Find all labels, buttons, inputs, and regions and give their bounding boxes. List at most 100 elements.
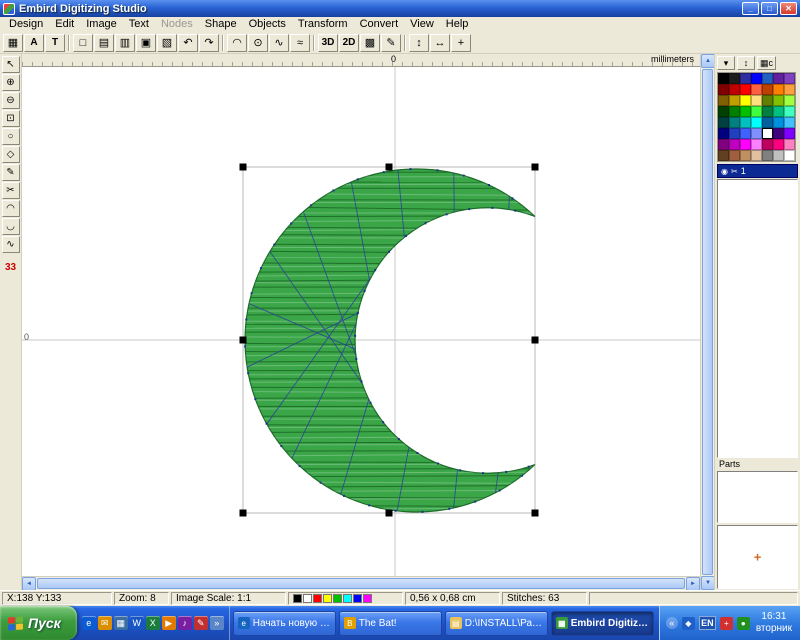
visibility-eye-icon[interactable]: ◉: [721, 167, 728, 176]
palette-swatch[interactable]: [729, 139, 740, 150]
palette-swatch[interactable]: [773, 95, 784, 106]
palette-swatch[interactable]: [740, 139, 751, 150]
taskbar-clock[interactable]: 16:31 вторник: [754, 611, 794, 635]
vertical-scroll-thumb[interactable]: [702, 69, 713, 575]
palette-swatch[interactable]: [718, 128, 729, 139]
menu-item-edit[interactable]: Edit: [49, 17, 80, 32]
select-tool[interactable]: ↖: [2, 56, 20, 73]
palette-swatch[interactable]: [773, 150, 784, 161]
palette-config-button[interactable]: ▦c: [757, 56, 776, 70]
parts-list[interactable]: [717, 471, 798, 523]
palette-swatch[interactable]: [751, 95, 762, 106]
menu-item-help[interactable]: Help: [440, 17, 475, 32]
palette-swatch[interactable]: [773, 106, 784, 117]
zoom-out-tool[interactable]: ⊖: [2, 92, 20, 109]
palette-swatch[interactable]: [740, 106, 751, 117]
view-3d-button[interactable]: 3D: [318, 34, 338, 52]
palette-swatch[interactable]: [740, 84, 751, 95]
palette-swatch[interactable]: [718, 84, 729, 95]
zoom-area-tool[interactable]: ⊡: [2, 110, 20, 127]
palette-swatch[interactable]: [729, 73, 740, 84]
palette-swatch[interactable]: [718, 106, 729, 117]
horizontal-scroll-thumb[interactable]: [37, 578, 685, 589]
hoop-preview[interactable]: +: [717, 525, 798, 589]
palette-swatch[interactable]: [762, 73, 773, 84]
palette-swatch[interactable]: [718, 150, 729, 161]
palette-swatch[interactable]: [740, 128, 751, 139]
palette-swatch[interactable]: [718, 95, 729, 106]
stitch-simulation-button[interactable]: ▩: [360, 34, 380, 52]
palette-swatch[interactable]: [784, 95, 795, 106]
edit-stitches-button[interactable]: ✎: [381, 34, 401, 52]
text-button[interactable]: T: [45, 34, 65, 52]
open-button[interactable]: ▤: [94, 34, 114, 52]
language-indicator[interactable]: EN: [699, 616, 716, 630]
palette-menu-button[interactable]: ▾: [717, 56, 735, 70]
palette-swatch[interactable]: [784, 84, 795, 95]
menu-item-objects[interactable]: Objects: [243, 17, 292, 32]
media-player-icon[interactable]: ▶: [162, 616, 176, 630]
curve-mode-button[interactable]: ∿: [269, 34, 289, 52]
palette-swatch[interactable]: [784, 139, 795, 150]
close-button[interactable]: ✕: [780, 2, 797, 15]
palette-swatch[interactable]: [718, 73, 729, 84]
curve-tool[interactable]: ◡: [2, 218, 20, 235]
palette-swatch[interactable]: [784, 128, 795, 139]
vertical-scrollbar[interactable]: ▲ ▼: [700, 54, 714, 590]
tray-monitor-icon[interactable]: ●: [737, 617, 750, 630]
object-list[interactable]: [717, 179, 798, 458]
palette-swatch[interactable]: [784, 117, 795, 128]
palette-swatch[interactable]: [751, 117, 762, 128]
selection-handle[interactable]: [240, 337, 247, 344]
menu-item-convert[interactable]: Convert: [354, 17, 405, 32]
palette-swatch[interactable]: [762, 106, 773, 117]
palette-swatch[interactable]: [773, 128, 784, 139]
palette-swatch[interactable]: [773, 84, 784, 95]
new-button[interactable]: □: [73, 34, 93, 52]
palette-swatch[interactable]: [762, 117, 773, 128]
node-edit-button[interactable]: ⊙: [248, 34, 268, 52]
ellipse-tool[interactable]: ○: [2, 128, 20, 145]
palette-swatch[interactable]: [729, 84, 740, 95]
flip-vertical-button[interactable]: ↕: [409, 34, 429, 52]
start-button[interactable]: Пуск: [0, 606, 77, 640]
palette-swatch[interactable]: [751, 106, 762, 117]
palette-swatch[interactable]: [729, 117, 740, 128]
palette-swatch[interactable]: [762, 128, 773, 139]
palette-swatch[interactable]: [784, 106, 795, 117]
freehand-tool[interactable]: ✎: [2, 164, 20, 181]
palette-swatch[interactable]: [773, 73, 784, 84]
selection-handle[interactable]: [532, 164, 539, 171]
task-button[interactable]: BThe Bat!: [339, 611, 442, 636]
scroll-up-icon[interactable]: ▲: [701, 54, 715, 68]
selection-handle[interactable]: [240, 164, 247, 171]
paint-quicklaunch-icon[interactable]: ✎: [194, 616, 208, 630]
palette-swatch[interactable]: [740, 117, 751, 128]
palette-swatch[interactable]: [729, 95, 740, 106]
music-player-icon[interactable]: ♪: [178, 616, 192, 630]
scroll-right-icon[interactable]: ►: [686, 577, 700, 591]
scroll-left-icon[interactable]: ◄: [22, 577, 36, 591]
knife-tool[interactable]: ✂: [2, 182, 20, 199]
tray-antivirus-icon[interactable]: +: [720, 617, 733, 630]
selection-handle[interactable]: [386, 164, 393, 171]
palette-swatch[interactable]: [751, 150, 762, 161]
palette-swatch[interactable]: [729, 106, 740, 117]
palette-swatch[interactable]: [762, 95, 773, 106]
fill-mode-button[interactable]: ≈: [290, 34, 310, 52]
palette-swatch[interactable]: [762, 150, 773, 161]
copy-button[interactable]: ▧: [157, 34, 177, 52]
redo-button[interactable]: ↷: [199, 34, 219, 52]
undo-button[interactable]: ↶: [178, 34, 198, 52]
palette-swatch[interactable]: [740, 95, 751, 106]
palette-swatch[interactable]: [773, 139, 784, 150]
menu-item-design[interactable]: Design: [3, 17, 49, 32]
menu-item-transform[interactable]: Transform: [292, 17, 354, 32]
menu-item-text[interactable]: Text: [123, 17, 155, 32]
design-svg[interactable]: [22, 67, 700, 576]
palette-swatch[interactable]: [751, 84, 762, 95]
palette-swatch[interactable]: [740, 150, 751, 161]
selection-handle[interactable]: [532, 510, 539, 517]
menu-item-view[interactable]: View: [404, 17, 440, 32]
palette-swatch[interactable]: [773, 117, 784, 128]
